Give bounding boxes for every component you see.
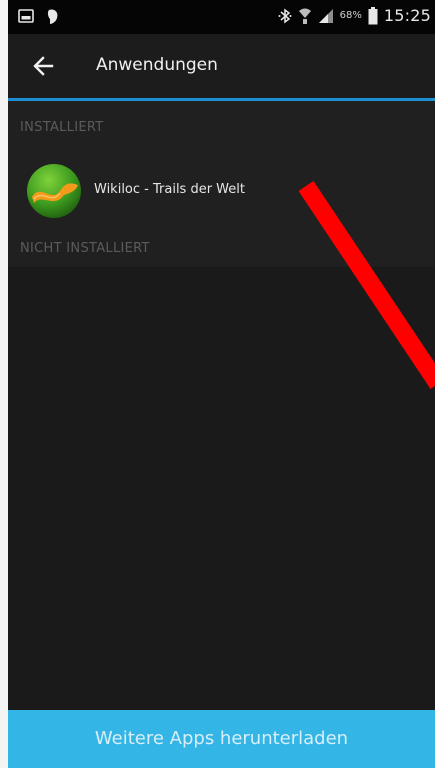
- installed-header: INSTALLIERT: [20, 120, 104, 135]
- empty-list-area: [8, 267, 435, 710]
- download-more-apps-button[interactable]: Weitere Apps herunterladen: [8, 710, 435, 768]
- status-bar-right: 68% 15:25: [278, 6, 431, 25]
- page-title: Anwendungen: [96, 55, 218, 75]
- app-screen: 68% 15:25 Anwendungen INSTALLIERT Wikilo…: [8, 0, 435, 768]
- clock: 15:25: [383, 6, 431, 25]
- status-bar: 68% 15:25: [8, 0, 435, 34]
- gallery-icon: [18, 9, 34, 23]
- arrow-left-icon: [33, 56, 54, 76]
- notification-icon: [47, 9, 58, 24]
- status-bar-left: [18, 8, 60, 26]
- installed-section: INSTALLIERT Wikiloc - Trails der Welt NI…: [8, 101, 435, 267]
- signal-icon: [318, 8, 333, 23]
- app-bar: Anwendungen: [8, 34, 435, 98]
- battery-icon: [368, 6, 378, 24]
- battery-percent: 68%: [339, 10, 362, 21]
- list-item[interactable]: Wikiloc - Trails der Welt: [8, 163, 435, 219]
- not-installed-header: NICHT INSTALLIERT: [20, 241, 150, 256]
- wikiloc-logo-icon: [27, 164, 81, 218]
- wifi-icon: [298, 8, 311, 24]
- app-name: Wikiloc - Trails der Welt: [94, 182, 245, 197]
- bluetooth-icon: [278, 8, 292, 23]
- back-button[interactable]: [30, 52, 58, 80]
